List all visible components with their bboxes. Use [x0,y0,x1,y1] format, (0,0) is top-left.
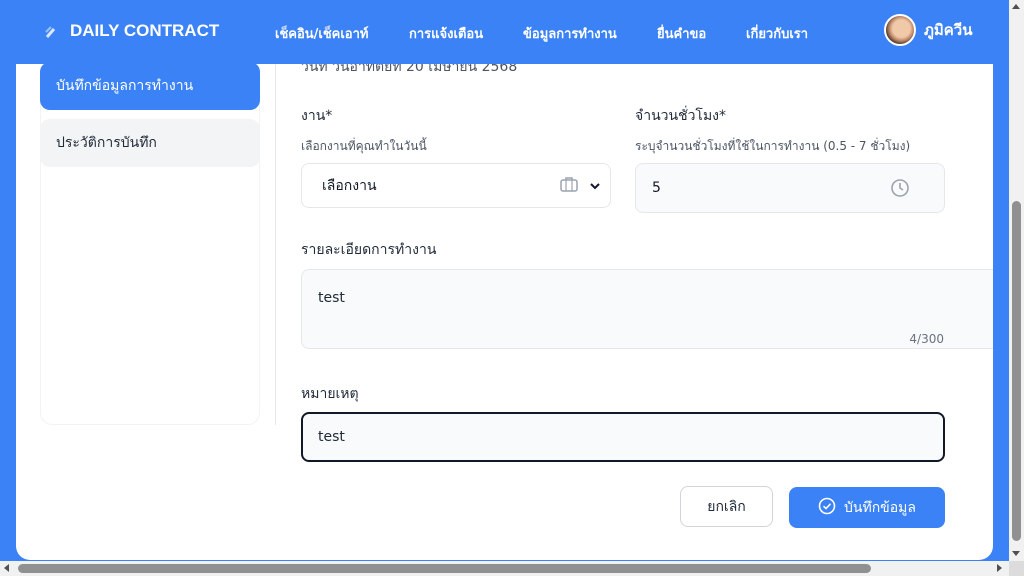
clock-icon [890,178,944,198]
horizontal-scrollbar[interactable] [0,561,1009,576]
note-value: test [318,429,345,445]
note-label: หมายเหตุ [301,386,359,402]
date-text: วันที่ วันอาทิตย์ที่ 20 เมษายน 2568 [301,64,518,75]
nav-about[interactable]: เกี่ยวกับเรา [746,23,808,44]
sidebar-item-label: บันทึกข้อมูลการทำงาน [56,78,194,94]
brand-logo[interactable]: DAILY CONTRACT [40,20,219,42]
user-menu[interactable]: ภูมิควีน [884,14,973,46]
vertical-scrollbar-thumb[interactable] [1012,201,1021,541]
job-select-value: เลือกงาน [322,177,377,194]
char-counter: 4/300 [909,332,944,346]
scroll-left-arrow[interactable] [4,564,9,572]
scroll-up-arrow[interactable] [1012,4,1020,9]
scrollbar-corner [1009,561,1024,576]
job-select[interactable]: เลือกงาน [301,163,611,208]
sidebar-item-record-work[interactable]: บันทึกข้อมูลการทำงาน [40,64,260,110]
cancel-button[interactable]: ยกเลิก [680,486,773,527]
sidebar-item-history[interactable]: ประวัติการบันทึก [40,119,260,167]
save-button-label: บันทึกข้อมูล [844,499,916,516]
briefcase-icon [560,176,578,196]
job-label: งาน* [301,108,333,124]
details-value: test [318,290,345,306]
brand-icon [40,20,60,42]
hours-label: จำนวนชั่วโมง* [635,108,727,124]
divider [275,64,276,425]
save-button[interactable]: บันทึกข้อมูล [789,487,945,528]
hours-value: 5 [652,180,661,196]
scroll-down-arrow[interactable] [1012,551,1020,556]
avatar[interactable] [884,14,916,46]
check-circle-icon [818,497,836,519]
hours-hint: ระบุจำนวนชั่วโมงที่ใช้ในการทำงาน (0.5 - … [635,139,911,153]
user-name: ภูมิควีน [924,21,973,39]
hours-input[interactable]: 5 [635,163,945,213]
horizontal-scrollbar-thumb[interactable] [18,564,871,573]
top-navbar: DAILY CONTRACT เช็คอิน/เช็คเอาท์ การแจ้ง… [0,0,1009,64]
nav-work-info[interactable]: ข้อมูลการทำงาน [523,23,617,44]
scroll-right-arrow[interactable] [997,564,1002,572]
note-input[interactable]: test [301,412,945,462]
sidebar-item-label: ประวัติการบันทึก [56,135,157,151]
nav-checkin[interactable]: เช็คอิน/เช็คเอาท์ [275,23,369,44]
chevron-down-icon[interactable] [590,178,600,194]
nav-requests[interactable]: ยื่นคำขอ [657,23,706,44]
vertical-scrollbar[interactable] [1009,0,1024,561]
nav-notifications[interactable]: การแจ้งเตือน [409,23,483,44]
details-textarea[interactable]: test 4/300 [301,269,993,349]
details-label: รายละเอียดการทำงาน [301,242,437,258]
brand-name: DAILY CONTRACT [70,21,220,40]
main-card: บันทึกข้อมูลการทำงาน ประวัติการบันทึก วั… [16,64,993,560]
job-hint: เลือกงานที่คุณทำในวันนี้ [301,139,427,153]
